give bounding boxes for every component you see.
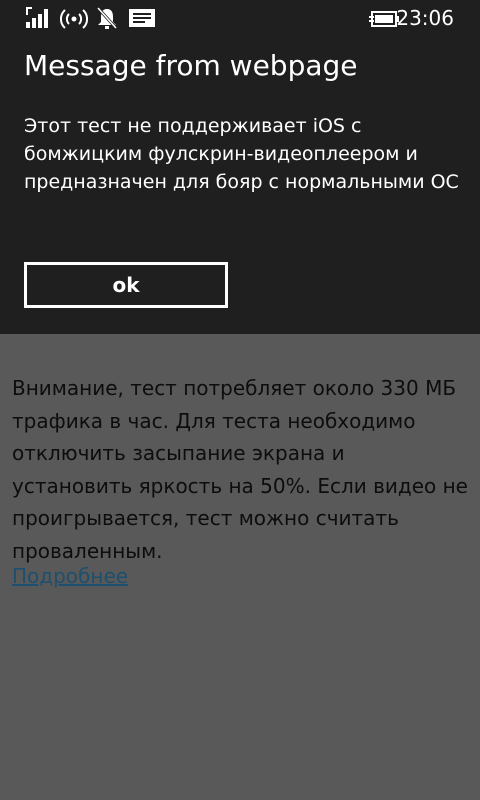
status-time: 23:06 <box>396 6 454 30</box>
dialog-message: Этот тест не поддерживает iOS с бомжицки… <box>24 115 459 193</box>
dialog-title: Message from webpage <box>24 49 358 82</box>
signal-strength-icon <box>26 7 48 28</box>
ok-button[interactable]: ok <box>24 262 228 308</box>
status-bar: 23:06 <box>0 0 480 36</box>
message-dialog: Message from webpage Этот тест не поддер… <box>0 36 480 334</box>
wifi-icon <box>60 9 88 29</box>
battery-charging-icon <box>369 11 399 27</box>
message-notification-icon <box>129 9 155 27</box>
page-body-text: Внимание, тест потребляет около 330 МБ т… <box>12 376 468 563</box>
quiet-hours-bell-icon <box>96 6 118 30</box>
more-info-link[interactable]: Подробнее <box>12 562 128 590</box>
phone-screen: 23:06 Message from webpage Этот тест не … <box>0 0 480 800</box>
